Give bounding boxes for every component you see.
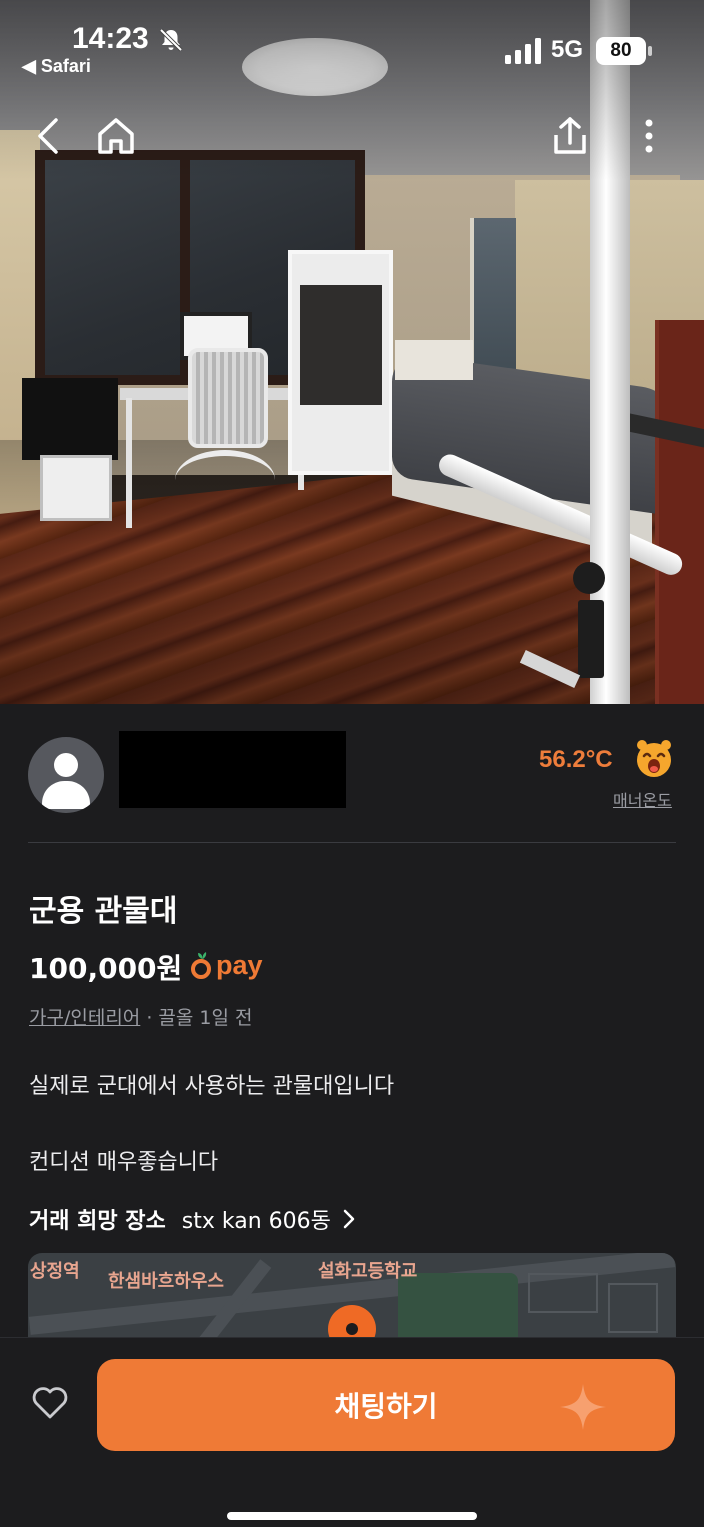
chat-button-label: 채팅하기 — [334, 1390, 438, 1423]
trade-place-value: stx kan 606동 — [181, 1209, 331, 1234]
back-to-app-link[interactable]: ◀ Safari — [22, 56, 91, 77]
pay-badge: pay — [190, 946, 263, 980]
carrot-pay-icon — [191, 952, 211, 979]
avatar-head — [54, 753, 78, 777]
seller-profile[interactable]: 56.2°C 매너온도 — [0, 704, 704, 844]
manner-temperature: 56.2°C — [539, 746, 613, 773]
home-icon — [98, 118, 134, 154]
share-button[interactable] — [546, 112, 594, 160]
avatar-body — [42, 781, 90, 809]
map-label-house: 한샘바흐하우스 — [108, 1271, 224, 1292]
photo-cabinet-right — [655, 320, 704, 704]
temperature-face-icon — [637, 740, 671, 777]
more-button[interactable] — [625, 112, 673, 160]
manner-temperature-label[interactable]: 매너온도 — [613, 787, 672, 811]
home-button[interactable] — [92, 112, 140, 160]
product-description: 실제로 군대에서 사용하는 관물대입니다 컨디션 매우좋습니다 — [29, 1074, 395, 1175]
signal-icon — [505, 38, 541, 64]
map-label-station: 상정역 — [30, 1261, 80, 1282]
map-park — [398, 1273, 518, 1343]
divider — [28, 842, 676, 843]
map-label-school: 설화고등학교 — [318, 1261, 418, 1282]
back-button[interactable] — [24, 112, 72, 160]
pay-label: pay — [216, 950, 263, 980]
home-indicator — [227, 1512, 477, 1520]
share-icon — [554, 117, 586, 154]
sparkle-icon[interactable] — [558, 1382, 608, 1432]
trade-place-label: 거래 희망 장소 — [29, 1209, 166, 1234]
photo-desk-leg — [126, 398, 132, 528]
battery-indicator: 80 — [596, 37, 646, 65]
chevron-left-icon — [38, 118, 58, 154]
category-link[interactable]: 가구/인테리어 — [29, 1007, 140, 1029]
trade-place-map[interactable]: 상정역 한샘바흐하우스 설화고등학교 — [28, 1253, 676, 1343]
avatar[interactable] — [28, 737, 104, 813]
bump-info: · 끌올 1일 전 — [140, 1007, 253, 1029]
trade-place-row[interactable]: 거래 희망 장소 stx kan 606동 — [29, 1203, 357, 1235]
photo-chair — [188, 348, 268, 448]
product-meta: 가구/인테리어 · 끌올 1일 전 — [29, 1003, 253, 1030]
photo-tv — [22, 378, 118, 460]
photo-door — [470, 218, 516, 388]
photo-display — [578, 600, 604, 678]
photo-knob — [573, 562, 605, 594]
product-photo[interactable] — [0, 0, 704, 704]
product-title: 군용 관물대 — [29, 894, 178, 929]
status-time: 14:23 — [72, 22, 149, 55]
status-bar: 14:23 ◀ Safari 5G 80 — [0, 0, 704, 90]
photo-headboard — [395, 340, 473, 380]
more-vertical-icon — [645, 119, 653, 153]
bell-off-icon — [159, 28, 183, 52]
chevron-right-icon — [343, 1209, 355, 1229]
seller-name-redacted — [119, 731, 346, 808]
network-type: 5G — [551, 36, 584, 63]
photo-chair-base — [175, 450, 275, 510]
photo-shelf-inner — [300, 285, 382, 405]
photo-cabinet — [40, 455, 112, 521]
map-building — [608, 1283, 658, 1333]
battery-tip — [648, 46, 652, 56]
map-building — [528, 1273, 598, 1313]
map-pin-dot — [346, 1323, 358, 1335]
heart-icon[interactable] — [30, 1382, 70, 1422]
product-price: 100,000원 — [29, 952, 183, 985]
